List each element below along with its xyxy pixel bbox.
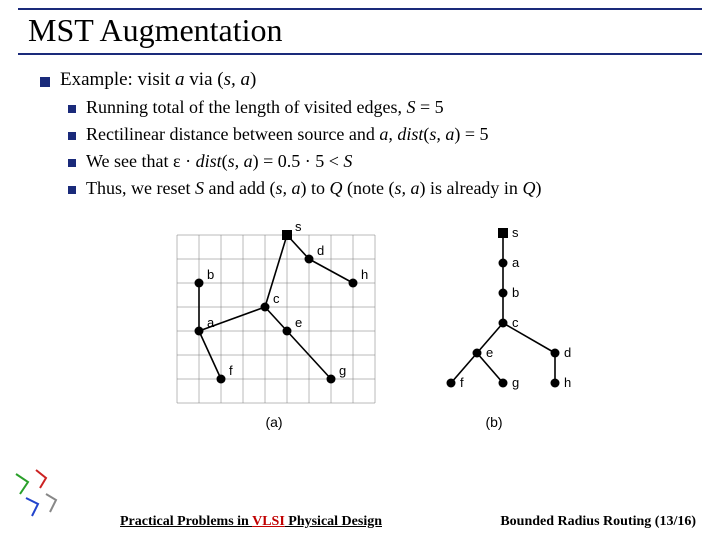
footer: Practical Problems in VLSI Physical Desi… (0, 514, 720, 530)
svg-text:f: f (460, 375, 464, 390)
bullet-icon (40, 77, 50, 87)
var-a: a (175, 69, 185, 90)
graph-a-svg: sd b h c a e f g (159, 217, 389, 412)
bullet-icon (68, 186, 76, 194)
txt: via ( (185, 69, 224, 90)
sub-bullet-4: Thus, we reset S and add (s, a) to Q (no… (68, 178, 698, 199)
svg-text:h: h (361, 267, 368, 282)
svg-text:b: b (512, 285, 519, 300)
svg-text:h: h (564, 375, 571, 390)
var-sa: s, a (224, 69, 250, 90)
sub-bullet-3: We see that ε · dist(s, a) = 0.5 · 5 < S (68, 151, 698, 172)
svg-text:e: e (295, 315, 302, 330)
figure-b: sabc e d f g h (b) (409, 217, 579, 430)
txt: ) (250, 69, 256, 90)
footer-left: Practical Problems in VLSI Physical Desi… (120, 514, 382, 530)
example-text: Example: visit a via (s, a) (60, 69, 256, 91)
sub-text: Running total of the length of visited e… (86, 97, 444, 118)
sub-text: We see that ε · dist(s, a) = 0.5 · 5 < S (86, 151, 352, 172)
fig-a-caption: (a) (265, 414, 282, 430)
svg-text:e: e (486, 345, 493, 360)
slide-title: MST Augmentation (18, 8, 702, 55)
figure-a: sd b h c a e f g (a) (159, 217, 389, 430)
svg-text:c: c (512, 315, 519, 330)
corner-decoration-icon (6, 464, 76, 534)
svg-text:d: d (564, 345, 571, 360)
bullet-icon (68, 159, 76, 167)
svg-text:g: g (339, 363, 346, 378)
bullet-icon (68, 105, 76, 113)
example-line: Example: visit a via (s, a) (40, 69, 698, 91)
sub-text: Thus, we reset S and add (s, a) to Q (no… (86, 178, 541, 199)
graph-b-svg: sabc e d f g h (409, 217, 579, 412)
svg-text:b: b (207, 267, 214, 282)
sub-bullet-2: Rectilinear distance between source and … (68, 124, 698, 145)
svg-text:g: g (512, 375, 519, 390)
svg-text:s: s (295, 219, 302, 234)
slide: MST Augmentation Example: visit a via (s… (0, 0, 720, 540)
sub-text: Rectilinear distance between source and … (86, 124, 489, 145)
svg-text:a: a (512, 255, 520, 270)
svg-text:f: f (229, 363, 233, 378)
footer-right: Bounded Radius Routing (13/16) (500, 514, 696, 530)
fig-b-caption: (b) (485, 414, 502, 430)
vlsi-text: VLSI (252, 514, 285, 529)
bullet-icon (68, 132, 76, 140)
svg-text:a: a (207, 315, 215, 330)
svg-text:c: c (273, 291, 280, 306)
txt: Example: visit (60, 69, 175, 90)
figures-row: sdbhcaefg (a) sabcedfgh (b) (40, 217, 698, 430)
svg-text:d: d (317, 243, 324, 258)
svg-text:s: s (512, 225, 519, 240)
sub-bullet-1: Running total of the length of visited e… (68, 97, 698, 118)
content-area: Example: visit a via (s, a) Running tota… (18, 55, 702, 430)
